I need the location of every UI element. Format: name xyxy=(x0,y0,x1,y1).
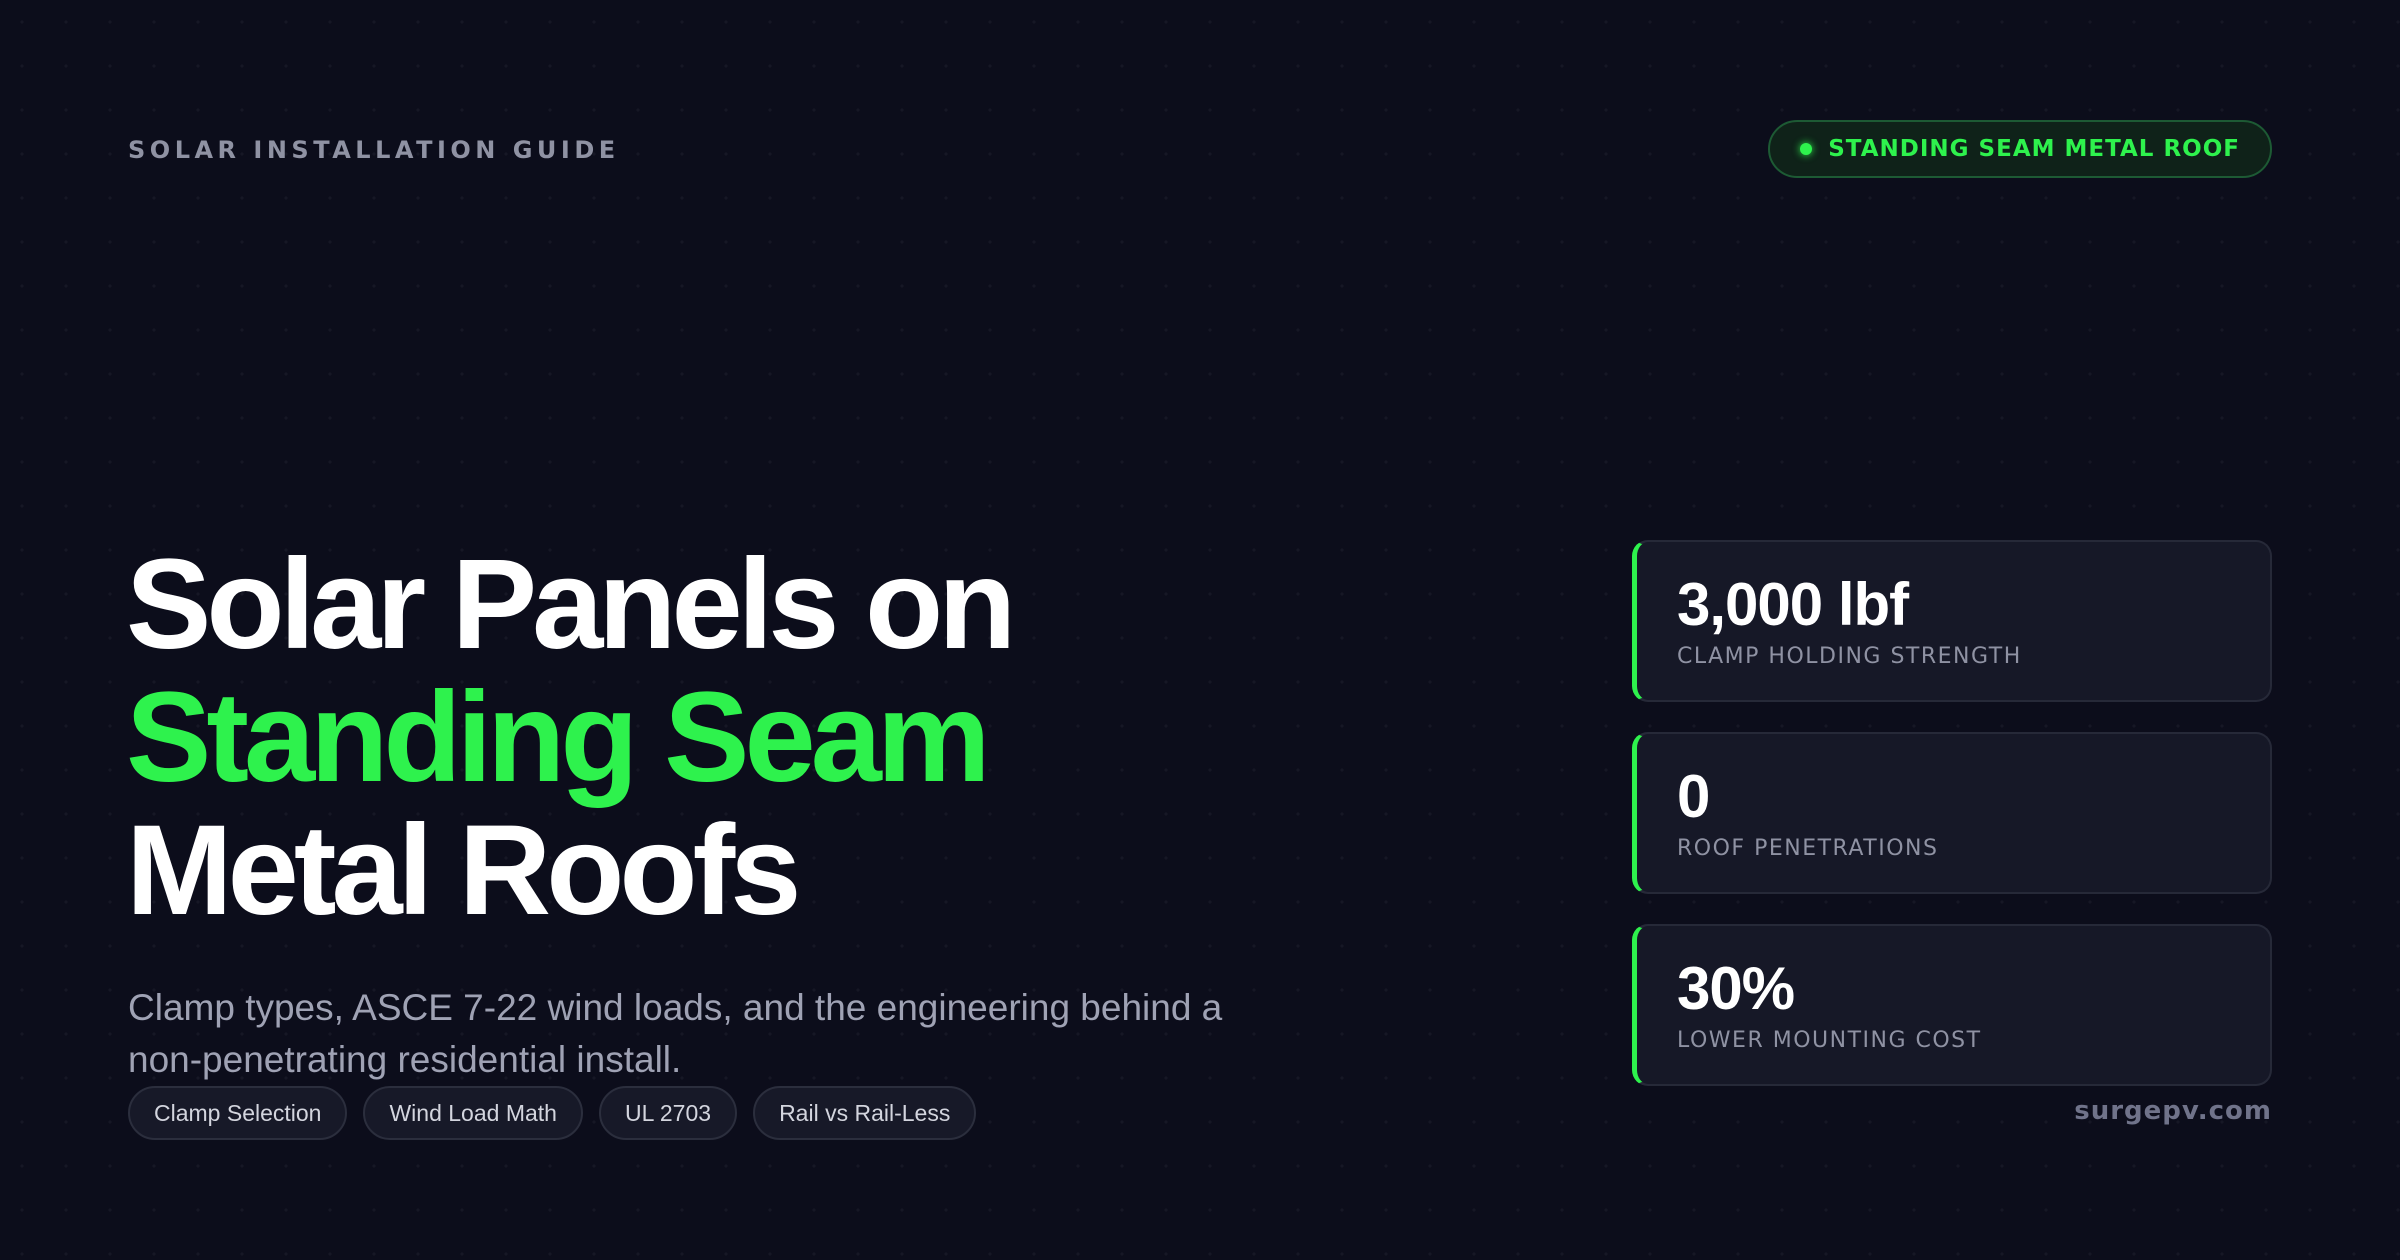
status-dot-icon xyxy=(1800,143,1813,155)
site-url-link[interactable]: surgepv.com xyxy=(2074,1096,2272,1126)
stat-value: 3,000 lbf xyxy=(1677,571,1909,638)
stat-card-clamp-strength: 3,000 lbf CLAMP HOLDING STRENGTH xyxy=(1632,540,2272,702)
tag-rail-vs-rail-less: Rail vs Rail-Less xyxy=(753,1086,977,1140)
subtitle: Clamp types, ASCE 7-22 wind loads, and t… xyxy=(128,987,1223,1080)
tag-clamp-selection: Clamp Selection xyxy=(128,1086,348,1140)
topic-tags: Clamp Selection Wind Load Math UL 2703 R… xyxy=(128,1086,977,1140)
stat-value: 30% xyxy=(1677,955,1795,1022)
title-line-3: Metal Roofs xyxy=(126,799,801,942)
stat-label: CLAMP HOLDING STRENGTH xyxy=(1677,644,2022,669)
stat-label: LOWER MOUNTING COST xyxy=(1677,1028,1982,1053)
stat-card-roof-penetrations: 0 ROOF PENETRATIONS xyxy=(1632,732,2272,894)
stat-value: 0 xyxy=(1677,763,1710,830)
tag-ul-2703: UL 2703 xyxy=(598,1086,738,1140)
page-title: Solar Panels on Standing Seam Metal Roof… xyxy=(126,533,1016,942)
title-line-1: Solar Panels on xyxy=(126,533,1016,676)
stat-card-mounting-cost: 30% LOWER MOUNTING COST xyxy=(1632,924,2272,1086)
category-badge-label: STANDING SEAM METAL ROOF xyxy=(1828,136,2240,162)
title-line-2-accent: Standing Seam xyxy=(126,666,991,809)
stat-label: ROOF PENETRATIONS xyxy=(1677,836,1939,861)
stats-panel: 3,000 lbf CLAMP HOLDING STRENGTH 0 ROOF … xyxy=(1632,540,2272,1116)
tag-wind-load-math: Wind Load Math xyxy=(363,1086,583,1140)
eyebrow-label: SOLAR INSTALLATION GUIDE xyxy=(128,136,620,164)
category-badge: STANDING SEAM METAL ROOF xyxy=(1768,120,2272,178)
